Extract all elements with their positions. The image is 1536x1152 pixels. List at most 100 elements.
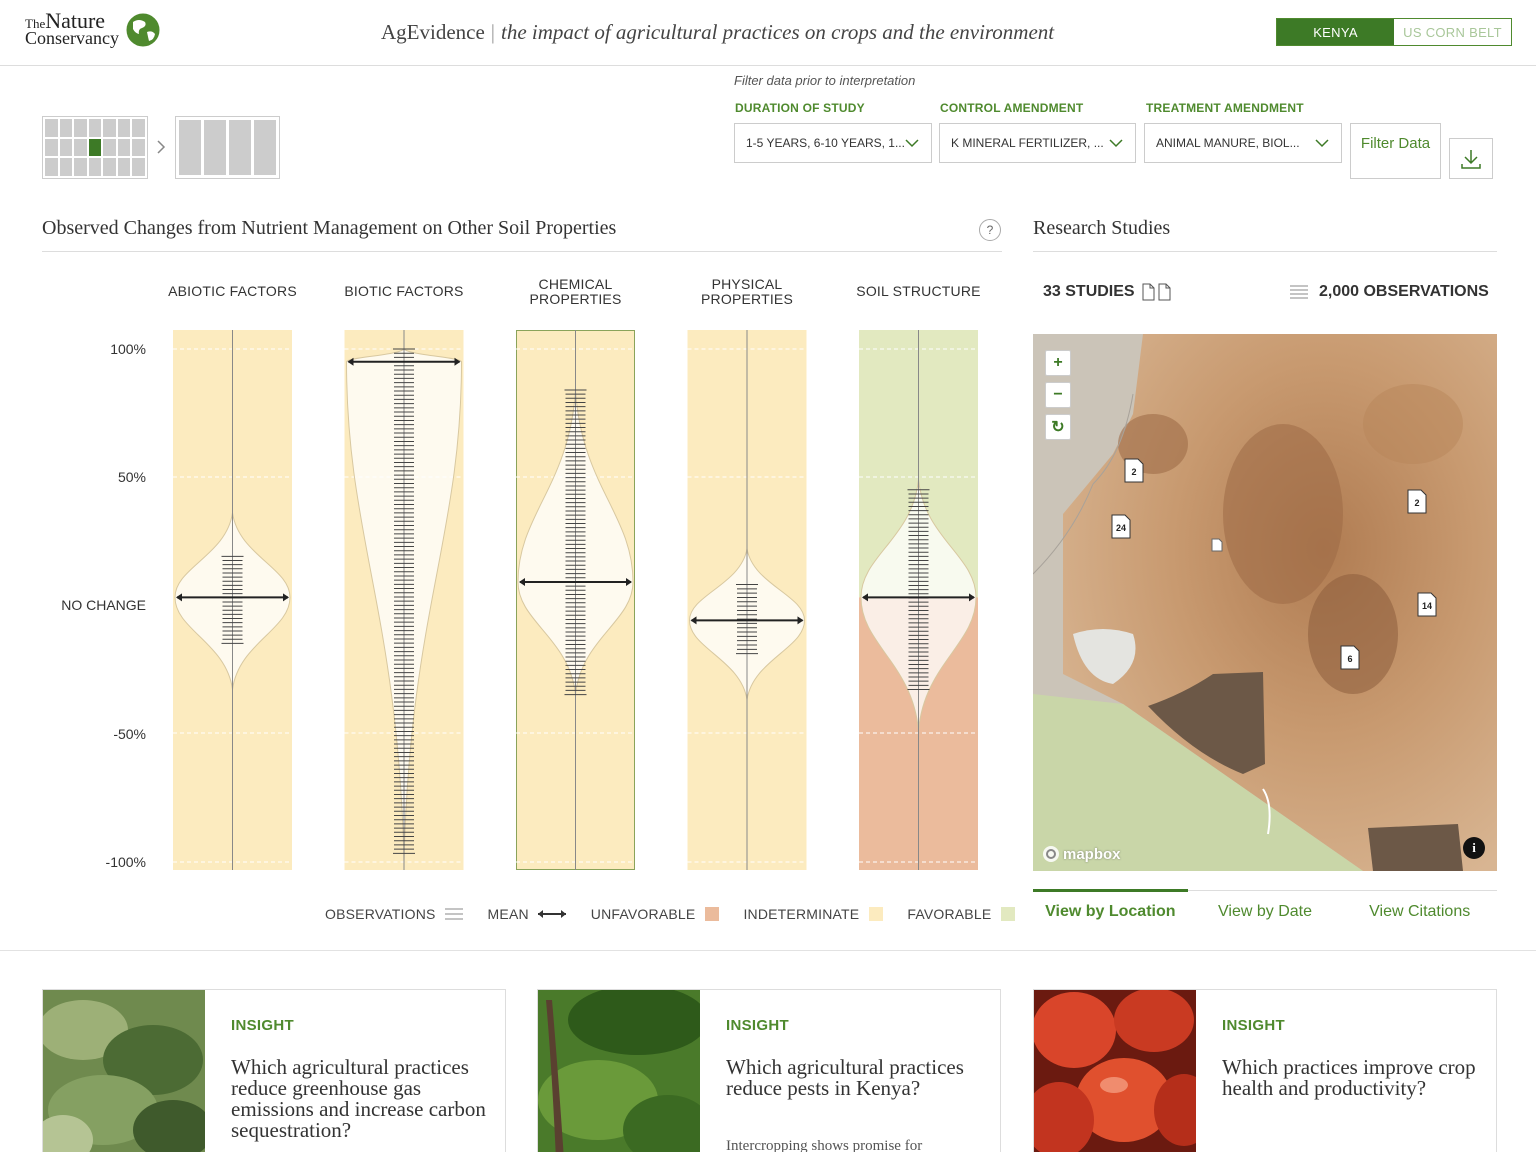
chevron-right-icon [157, 140, 166, 154]
study-pin[interactable]: 14 [1417, 592, 1437, 617]
view-tabs: View by Location View by Date View Citat… [1033, 889, 1497, 930]
grid-cell [74, 119, 87, 137]
study-pin[interactable]: 2 [1407, 489, 1427, 514]
tab-view-citations[interactable]: View Citations [1342, 891, 1497, 930]
chevron-down-icon [905, 139, 919, 148]
mapbox-icon [1043, 846, 1059, 862]
divider [1033, 251, 1497, 252]
violin-shape [860, 479, 977, 731]
insight-title[interactable]: Which agricultural practices reduce gree… [231, 1057, 491, 1141]
document-icon [1142, 283, 1171, 301]
nature-conservancy-logo[interactable]: TheNature Conservancy [25, 10, 165, 56]
grid-cell [59, 158, 73, 176]
help-button[interactable]: ? [979, 219, 1001, 241]
region-indeterminate [687, 330, 807, 870]
region-indeterminate [173, 330, 292, 870]
observations-icon [444, 908, 463, 920]
violin-shape [517, 389, 634, 695]
globe-icon [125, 12, 161, 48]
tab-view-by-location[interactable]: View by Location [1033, 889, 1188, 930]
chevron-down-icon [1315, 139, 1329, 148]
selected-column-border [516, 330, 635, 870]
filter-data-button[interactable]: Filter Data [1350, 123, 1441, 179]
insight-tag: INSIGHT [726, 1017, 789, 1034]
column-header: SOIL STRUCTURE [856, 283, 981, 299]
grid-cell [88, 158, 102, 176]
mean-marker [347, 357, 461, 366]
zoom-out-button[interactable]: − [1045, 382, 1071, 408]
insight-snippet: Intercropping shows promise for [726, 1138, 923, 1152]
column-header: PHYSICAL PROPERTIES [701, 276, 793, 307]
study-pin[interactable]: 6 [1340, 645, 1360, 670]
insight-card[interactable]: INSIGHT Which agricultural practices red… [537, 989, 1001, 1152]
violin-shape [174, 512, 291, 690]
grid-cell [132, 119, 145, 137]
grid-cell [132, 138, 145, 157]
unfavorable-swatch [705, 907, 720, 921]
region-favorable [859, 330, 978, 598]
study-pin[interactable] [1211, 538, 1223, 552]
treatment-amendment-select[interactable]: ANIMAL MANURE, BIOL... [1144, 123, 1342, 163]
study-pin[interactable]: 2 [1124, 458, 1144, 483]
grid-cell [117, 158, 131, 176]
grid-cell [117, 138, 131, 157]
tomatoes-image [1034, 990, 1196, 1152]
mean-marker [862, 593, 975, 602]
grid-cell [88, 119, 102, 137]
indeterminate-swatch [869, 907, 884, 921]
y-tick-label: NO CHANGE [61, 597, 146, 613]
column-header: ABIOTIC FACTORS [168, 283, 297, 299]
download-icon [1461, 149, 1481, 169]
legend-indeterminate-label: INDETERMINATE [743, 906, 860, 922]
app-header: TheNature Conservancy AgEvidence | the imp… [0, 0, 1536, 66]
region-indeterminate [516, 330, 635, 870]
column-header: CHEMICAL PROPERTIES [529, 276, 622, 307]
zoom-in-button[interactable]: + [1045, 350, 1071, 376]
grid-cell [132, 158, 145, 176]
grid-cell [45, 119, 58, 137]
grid-cell [59, 138, 73, 157]
legend-mean-label: MEAN [487, 906, 529, 922]
insight-card[interactable]: INSIGHT Which practices improve crop hea… [1033, 989, 1497, 1152]
region-unfavorable [859, 597, 978, 870]
region-tab-us-corn-belt[interactable]: US CORN BELT [1394, 19, 1511, 45]
duration-select[interactable]: 1-5 YEARS, 6-10 YEARS, 1... [734, 123, 932, 163]
duration-select-value: 1-5 YEARS, 6-10 YEARS, 1... [746, 136, 905, 150]
treatment-amendment-label: TREATMENT AMENDMENT [1146, 101, 1304, 115]
mapbox-logo[interactable]: mapbox [1042, 845, 1121, 863]
insight-title[interactable]: Which practices improve crop health and … [1222, 1057, 1482, 1099]
favorable-swatch [1001, 907, 1016, 921]
column-view-thumbnail[interactable] [175, 116, 280, 179]
duration-label: DURATION OF STUDY [735, 101, 865, 115]
green-field-image [538, 990, 700, 1152]
grid-cell [74, 158, 87, 176]
divider [42, 251, 1002, 252]
chevron-down-icon [1109, 139, 1123, 148]
insight-card[interactable]: INSIGHT Which agricultural practices red… [42, 989, 506, 1152]
control-amendment-select[interactable]: K MINERAL FERTILIZER, ... [939, 123, 1136, 163]
app-title: AgEvidence | the impact of agricultural pr… [381, 20, 1055, 44]
research-map[interactable]: + − ↻ 2 24 2 14 6 mapbox i [1033, 334, 1497, 871]
leafy-crop-image [43, 990, 205, 1152]
mean-icon [537, 910, 566, 918]
region-tab-kenya[interactable]: KENYA [1277, 19, 1394, 45]
y-tick-label: -100% [105, 854, 146, 870]
violin-shape [345, 348, 463, 862]
matrix-overview-thumbnail[interactable] [42, 116, 148, 179]
violin-shape [688, 548, 806, 700]
download-button[interactable] [1449, 138, 1493, 179]
studies-count: 33 STUDIES [1043, 283, 1173, 301]
map-info-button[interactable]: i [1463, 837, 1485, 859]
research-studies-title: Research Studies [1033, 217, 1171, 239]
reset-view-button[interactable]: ↻ [1045, 414, 1071, 440]
grid-cell [45, 158, 58, 176]
grid-cell [103, 138, 116, 157]
grid-cell [88, 138, 102, 157]
tab-view-by-date[interactable]: View by Date [1188, 891, 1343, 930]
grid-cell [59, 119, 73, 137]
y-tick-label: -50% [113, 726, 146, 742]
mean-marker [519, 577, 632, 586]
divider [0, 950, 1536, 951]
insight-title[interactable]: Which agricultural practices reduce pest… [726, 1057, 986, 1099]
study-pin[interactable]: 24 [1111, 514, 1131, 539]
